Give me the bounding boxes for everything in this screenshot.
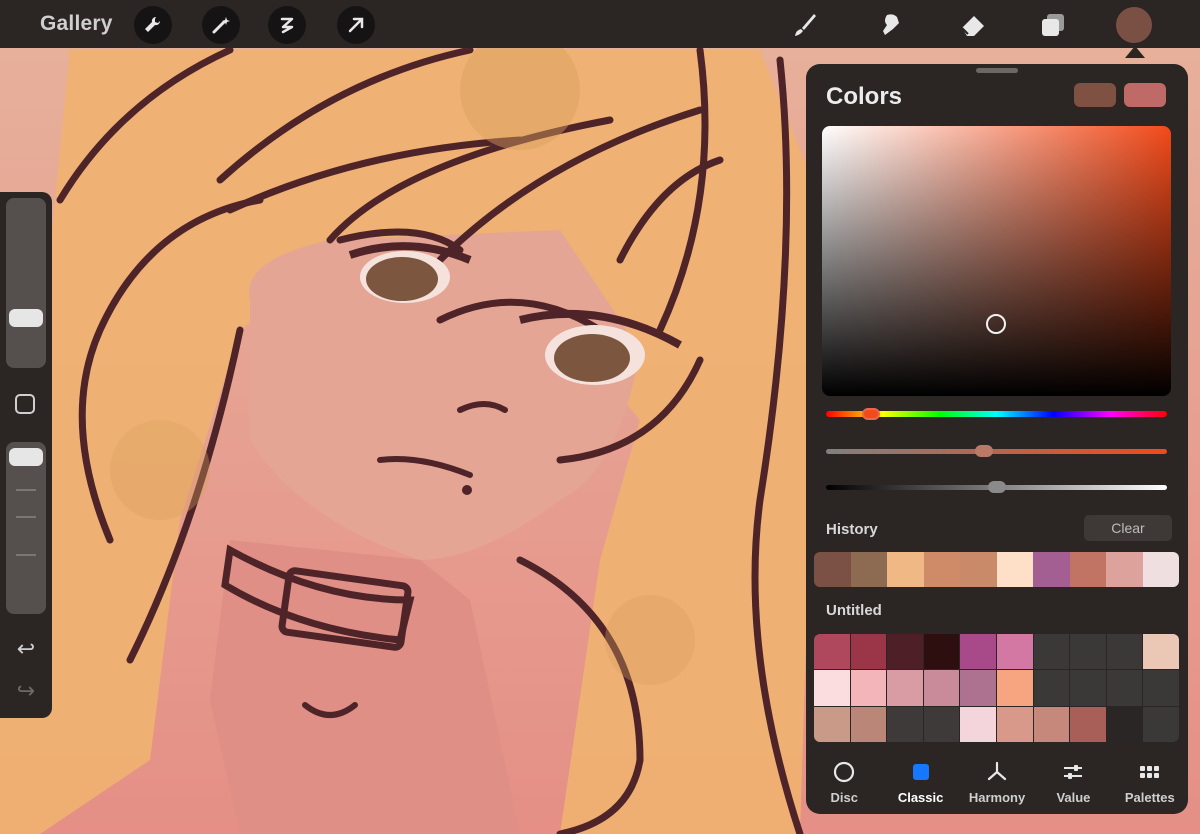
palette-swatch[interactable] — [814, 634, 850, 670]
palette-swatch[interactable] — [960, 706, 996, 742]
palette-swatch[interactable] — [850, 706, 887, 742]
opacity-tick — [16, 516, 36, 518]
history-swatch[interactable] — [923, 552, 960, 587]
history-swatch[interactable] — [1069, 552, 1106, 587]
value-sliders-icon — [1061, 760, 1085, 784]
tab-harmony[interactable]: Harmony — [959, 752, 1035, 814]
opacity-thumb[interactable] — [9, 448, 43, 467]
eraser-icon[interactable] — [954, 6, 992, 44]
palette-swatch[interactable] — [1143, 634, 1179, 670]
modify-button[interactable] — [15, 394, 35, 414]
redo-icon[interactable]: ↪ — [14, 678, 38, 704]
classic-icon — [909, 760, 933, 784]
palette-swatches — [814, 634, 1179, 742]
palette-swatch[interactable] — [1033, 670, 1070, 706]
history-swatch[interactable] — [1106, 552, 1143, 587]
history-swatch[interactable] — [814, 552, 851, 587]
brush-icon[interactable] — [786, 6, 824, 44]
palette-swatch[interactable] — [887, 634, 923, 670]
history-swatch[interactable] — [960, 552, 997, 587]
transform-arrow-icon[interactable] — [337, 6, 375, 44]
tab-disc[interactable]: Disc — [806, 752, 882, 814]
palette-swatch[interactable] — [996, 706, 1033, 742]
palette-swatch[interactable] — [996, 634, 1033, 670]
secondary-color-swatch[interactable] — [1124, 83, 1166, 107]
layers-icon[interactable] — [1034, 6, 1072, 44]
palette-swatch[interactable] — [1033, 706, 1070, 742]
opacity-tick — [16, 489, 36, 491]
brightness-slider[interactable] — [826, 481, 1167, 493]
palette-swatch[interactable] — [1033, 634, 1070, 670]
palette-swatch[interactable] — [814, 706, 850, 742]
history-swatches — [814, 552, 1179, 587]
palette-swatch[interactable] — [960, 670, 996, 706]
hue-slider[interactable] — [826, 408, 1167, 420]
palette-swatch[interactable] — [1106, 706, 1143, 742]
history-swatch[interactable] — [850, 552, 887, 587]
history-swatch[interactable] — [1033, 552, 1070, 587]
palette-swatch[interactable] — [960, 634, 996, 670]
hue-thumb[interactable] — [861, 408, 880, 420]
palette-label: Untitled — [826, 602, 882, 619]
history-label: History — [826, 521, 878, 538]
undo-icon[interactable]: ↩ — [14, 636, 38, 662]
colors-panel: Colors History Clear Untitled Disc Class… — [806, 64, 1188, 814]
current-color-button[interactable] — [1115, 6, 1153, 44]
palette-swatch[interactable] — [1070, 670, 1106, 706]
palette-swatch[interactable] — [923, 706, 960, 742]
left-sidebar: ↩ ↪ — [0, 192, 52, 718]
gallery-button[interactable]: Gallery — [40, 12, 113, 36]
palette-swatch[interactable] — [923, 670, 960, 706]
palettes-grid-icon — [1138, 760, 1162, 784]
palette-swatch[interactable] — [1143, 670, 1179, 706]
tab-label: Disc — [830, 790, 858, 805]
saturation-slider[interactable] — [826, 445, 1167, 457]
palette-swatch[interactable] — [850, 634, 887, 670]
saturation-thumb[interactable] — [974, 445, 993, 457]
opacity-tick — [16, 554, 36, 556]
palette-swatch[interactable] — [1070, 706, 1106, 742]
palette-swatch[interactable] — [1143, 706, 1179, 742]
color-mode-tabs: Disc Classic Harmony Value Palettes — [806, 752, 1188, 814]
history-swatch[interactable] — [996, 552, 1033, 587]
opacity-slider[interactable] — [6, 442, 46, 614]
disc-icon — [832, 760, 856, 784]
panel-pointer — [1125, 46, 1145, 58]
brush-size-thumb[interactable] — [9, 308, 43, 327]
top-toolbar: Gallery — [0, 0, 1200, 48]
tab-classic[interactable]: Classic — [882, 752, 958, 814]
harmony-icon — [985, 760, 1009, 784]
clear-history-button[interactable]: Clear — [1084, 515, 1172, 541]
history-swatch[interactable] — [1142, 552, 1179, 587]
selection-icon[interactable] — [268, 6, 306, 44]
tab-label: Palettes — [1124, 790, 1175, 805]
palette-swatch[interactable] — [1106, 670, 1143, 706]
palette-swatch[interactable] — [814, 670, 850, 706]
tab-label: Harmony — [968, 790, 1026, 805]
color-picker-handle[interactable] — [986, 314, 1006, 334]
magic-wand-icon[interactable] — [202, 6, 240, 44]
brush-size-slider[interactable] — [6, 198, 46, 368]
tab-label: Value — [1056, 790, 1091, 805]
smudge-icon[interactable] — [872, 6, 910, 44]
palette-swatch[interactable] — [1070, 634, 1106, 670]
palette-swatch[interactable] — [850, 670, 887, 706]
panel-title: Colors — [826, 83, 903, 110]
saturation-brightness-picker[interactable] — [822, 126, 1171, 396]
panel-grabber[interactable] — [976, 68, 1018, 73]
wrench-icon[interactable] — [134, 6, 172, 44]
palette-swatch[interactable] — [887, 670, 923, 706]
tab-value[interactable]: Value — [1035, 752, 1111, 814]
tab-palettes[interactable]: Palettes — [1112, 752, 1188, 814]
palette-swatch[interactable] — [1106, 634, 1143, 670]
palette-swatch[interactable] — [996, 670, 1033, 706]
primary-color-swatch[interactable] — [1074, 83, 1116, 107]
palette-swatch[interactable] — [923, 634, 960, 670]
palette-swatch[interactable] — [887, 706, 923, 742]
history-swatch[interactable] — [887, 552, 924, 587]
brightness-thumb[interactable] — [987, 481, 1006, 493]
tab-label: Classic — [897, 790, 944, 805]
